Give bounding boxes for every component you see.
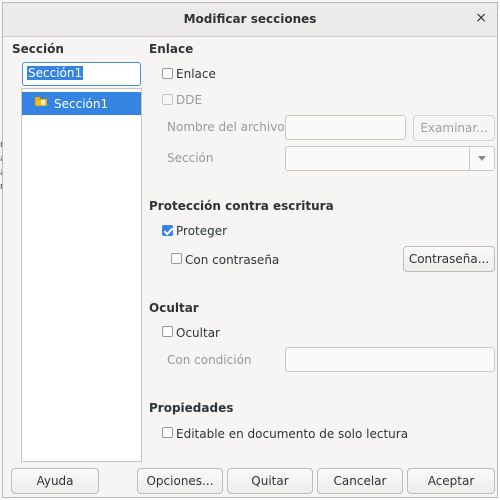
dialog-title: Modificar secciones (183, 12, 317, 26)
password-button[interactable]: Contraseña... (403, 246, 495, 272)
dde-checkbox[interactable] (162, 94, 173, 105)
section-tree[interactable]: Sección1 (21, 88, 142, 462)
properties-heading: Propiedades (149, 401, 234, 415)
title-bar: Modificar secciones × (3, 3, 497, 37)
remove-button[interactable]: Quitar (227, 468, 313, 494)
file-name-field[interactable] (285, 115, 406, 140)
section-icon (35, 97, 47, 106)
help-button[interactable]: Ayuda (11, 468, 99, 494)
chevron-down-icon[interactable] (469, 147, 494, 170)
tree-item-section1[interactable]: Sección1 (22, 92, 141, 115)
tree-item-label: Sección1 (54, 97, 109, 111)
password-checkbox[interactable] (171, 253, 182, 264)
section-name-value: Sección1 (27, 66, 84, 80)
section-name-input[interactable]: Sección1 (22, 62, 141, 86)
cancel-button[interactable]: Cancelar (317, 468, 403, 494)
protect-checkbox-label: Proteger (176, 224, 228, 238)
hide-heading: Ocultar (149, 301, 199, 315)
editable-checkbox-label: Editable en documento de solo lectura (176, 427, 409, 441)
accept-button[interactable]: Aceptar (407, 468, 495, 494)
hide-checkbox[interactable] (162, 326, 173, 337)
link-checkbox[interactable] (162, 68, 173, 79)
section-heading: Sección (12, 42, 64, 56)
close-icon[interactable]: × (475, 10, 487, 26)
section-link-combo[interactable] (285, 146, 495, 171)
browse-button[interactable]: Examinar... (413, 115, 495, 141)
section-link-label: Sección (167, 151, 214, 165)
file-name-label: Nombre del archivo (167, 120, 285, 134)
password-checkbox-label: Con contraseña (185, 253, 280, 267)
condition-label: Con condición (167, 353, 252, 367)
hide-checkbox-label: Ocultar (176, 326, 220, 340)
write-protection-heading: Protección contra escritura (149, 199, 334, 213)
condition-field[interactable] (285, 347, 495, 372)
dde-checkbox-label: DDE (176, 93, 203, 107)
link-checkbox-label: Enlace (176, 67, 216, 81)
link-heading: Enlace (149, 42, 194, 56)
editable-checkbox[interactable] (162, 427, 173, 438)
protect-checkbox[interactable] (162, 225, 173, 236)
options-button[interactable]: Opciones... (137, 468, 223, 494)
modify-sections-dialog: Modificar secciones × Sección Sección1 S… (2, 2, 498, 498)
